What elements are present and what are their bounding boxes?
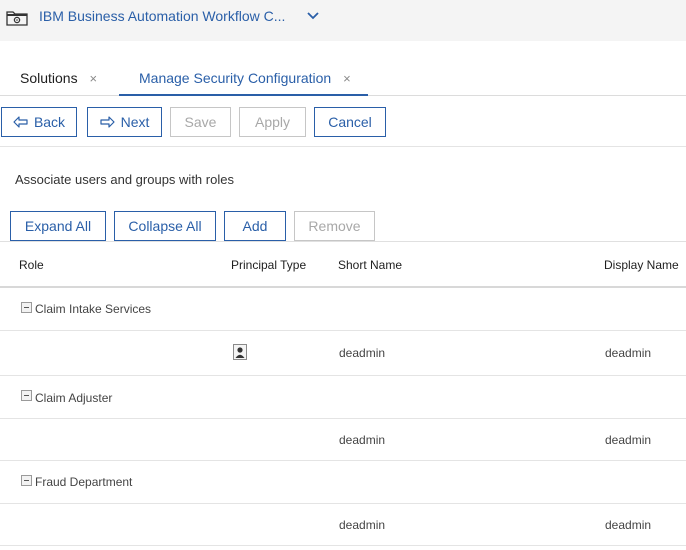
next-button[interactable]: Next [87, 107, 162, 137]
expand-all-button[interactable]: Expand All [10, 211, 106, 241]
tab-manage-security-configuration[interactable]: Manage Security Configuration × [119, 63, 368, 96]
short-name-cell: deadmin [339, 346, 386, 360]
display-name-cell: deadmin [605, 346, 652, 360]
tab-manage-security-close-icon[interactable]: × [343, 71, 351, 86]
role-group-row[interactable]: Fraud Department [0, 461, 686, 504]
collapse-toggle-icon[interactable] [21, 302, 32, 313]
collapse-toggle-icon[interactable] [21, 475, 32, 486]
tab-bar: Solutions × Manage Security Configuratio… [0, 63, 686, 96]
role-name: Fraud Department [35, 475, 133, 489]
chevron-down-icon[interactable] [306, 11, 320, 21]
short-name-cell: deadmin [339, 433, 386, 447]
role-group-row[interactable]: Claim Adjuster [0, 376, 686, 419]
wizard-toolbar: Back Next Save Apply Cancel [0, 107, 686, 147]
role-group-row[interactable]: Claim Intake Services [0, 288, 686, 331]
app-header: IBM Business Automation Workflow C... [0, 0, 686, 41]
arrow-left-icon [13, 116, 28, 128]
section-description: Associate users and groups with roles [15, 172, 234, 187]
roles-grid: Role Principal Type Short Name Display N… [0, 241, 686, 546]
column-header-display-name[interactable]: Display Name [604, 258, 679, 272]
column-header-role[interactable]: Role [19, 258, 44, 272]
back-button-label: Back [33, 114, 66, 130]
folder-gear-icon [6, 11, 28, 26]
principal-row[interactable]: deadmin deadmin [0, 419, 686, 461]
collapse-all-button[interactable]: Collapse All [114, 211, 216, 241]
tab-solutions-label: Solutions [20, 70, 78, 86]
tab-solutions-close-icon[interactable]: × [89, 71, 97, 86]
add-button[interactable]: Add [224, 211, 286, 241]
column-header-short-name[interactable]: Short Name [338, 258, 402, 272]
tab-solutions[interactable]: Solutions × [20, 63, 97, 96]
save-button[interactable]: Save [170, 107, 231, 137]
display-name-cell: deadmin [605, 433, 652, 447]
user-icon [233, 344, 247, 360]
column-header-principal-type[interactable]: Principal Type [231, 258, 306, 272]
role-name: Claim Adjuster [35, 391, 113, 405]
display-name-cell: deadmin [605, 518, 652, 532]
principal-row[interactable]: deadmin deadmin [0, 504, 686, 546]
arrow-right-icon [99, 116, 115, 128]
cancel-button[interactable]: Cancel [314, 107, 386, 137]
remove-button[interactable]: Remove [294, 211, 375, 241]
grid-header: Role Principal Type Short Name Display N… [0, 241, 686, 288]
app-title[interactable]: IBM Business Automation Workflow C... [39, 8, 285, 24]
tab-manage-security-label: Manage Security Configuration [139, 70, 332, 86]
collapse-toggle-icon[interactable] [21, 390, 32, 401]
apply-button[interactable]: Apply [239, 107, 306, 137]
back-button[interactable]: Back [1, 107, 77, 137]
next-button-label: Next [120, 114, 150, 130]
role-name: Claim Intake Services [35, 302, 152, 316]
short-name-cell: deadmin [339, 518, 386, 532]
principal-row[interactable]: deadmin deadmin [0, 331, 686, 376]
grid-actions: Expand All Collapse All Add Remove [0, 211, 686, 242]
